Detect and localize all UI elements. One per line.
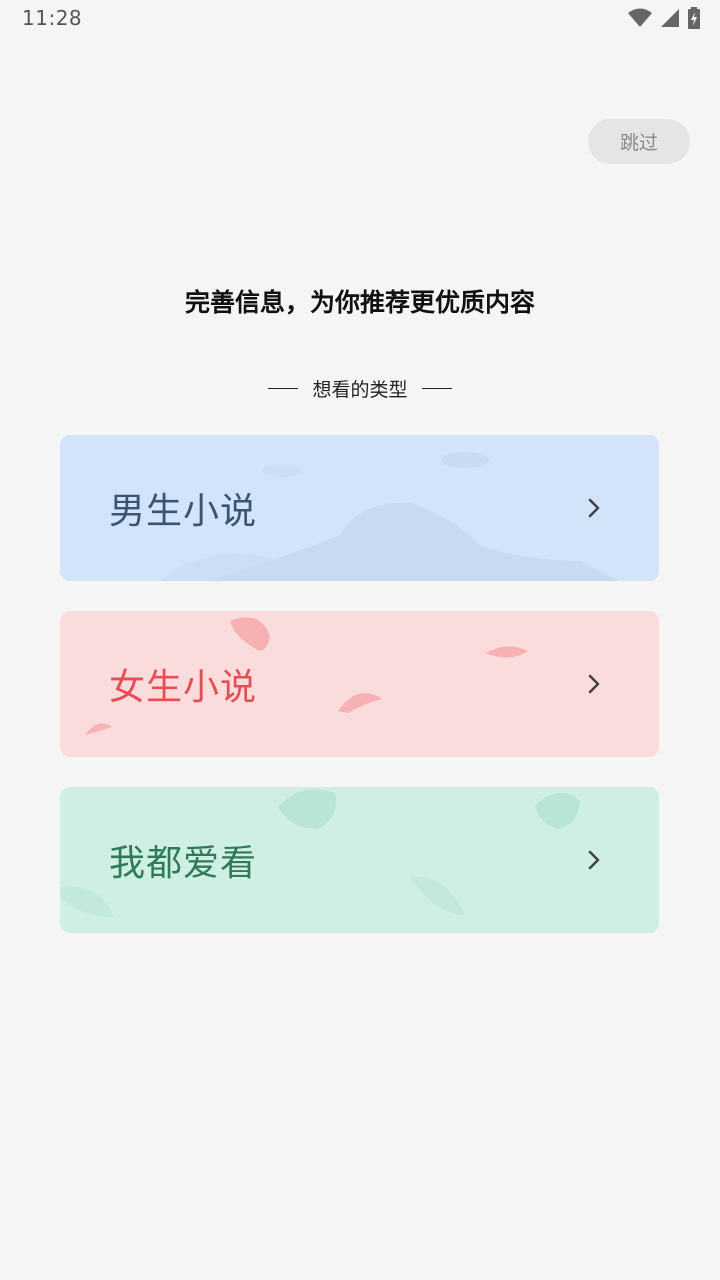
divider-left <box>268 388 299 389</box>
divider-right <box>421 388 452 389</box>
card-label: 男生小说 <box>109 491 258 532</box>
status-time: 11:28 <box>22 6 83 30</box>
card-male-novels[interactable]: 男生小说 <box>60 435 659 581</box>
card-female-novels[interactable]: 女生小说 <box>60 611 659 757</box>
chevron-right-icon <box>588 498 600 518</box>
skip-button[interactable]: 跳过 <box>588 119 690 164</box>
page-title: 完善信息，为你推荐更优质内容 <box>184 288 535 317</box>
section-label-text: 想看的类型 <box>312 379 408 401</box>
card-label: 女生小说 <box>109 667 258 708</box>
status-icons <box>628 7 700 29</box>
cell-signal-icon <box>661 9 679 27</box>
wifi-icon <box>628 8 652 27</box>
battery-charging-icon <box>688 7 700 29</box>
card-like-all[interactable]: 我都爱看 <box>60 787 659 933</box>
status-bar: 11:28 <box>0 0 720 36</box>
chevron-right-icon <box>588 850 600 870</box>
chevron-right-icon <box>588 674 600 694</box>
section-label: 想看的类型 <box>0 375 720 402</box>
card-label: 我都爱看 <box>109 843 258 884</box>
